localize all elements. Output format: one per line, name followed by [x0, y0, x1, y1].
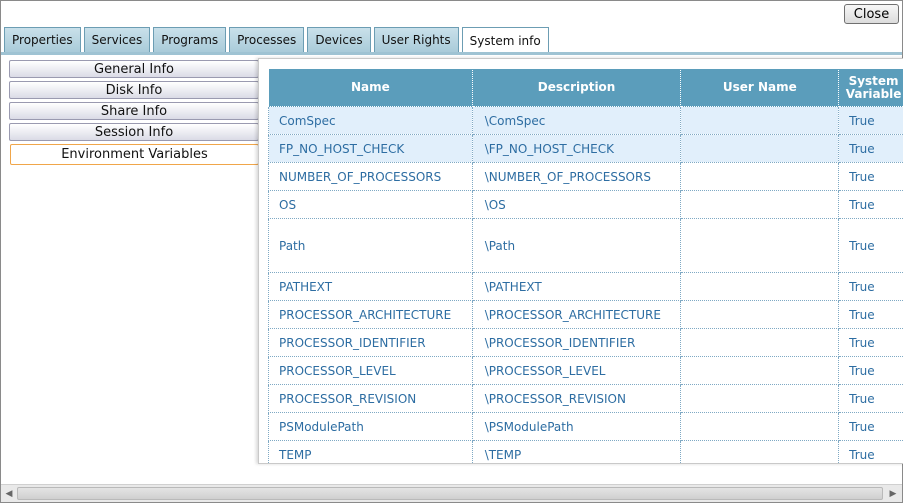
cell-user-name [680, 356, 840, 385]
table-row[interactable]: NUMBER_OF_PROCESSORS \NUMBER_OF_PROCESSO… [268, 162, 903, 191]
cell-name: PROCESSOR_LEVEL [268, 356, 473, 385]
cell-system-variable: True [838, 272, 903, 301]
table-row[interactable]: PROCESSOR_ARCHITECTURE \PROCESSOR_ARCHIT… [268, 300, 903, 329]
environment-variables-panel: Name Description User Name System Variab… [258, 58, 903, 464]
scroll-right-arrow-icon[interactable]: ▶ [887, 487, 899, 500]
cell-name: PROCESSOR_IDENTIFIER [268, 328, 473, 357]
column-header-system-variable[interactable]: System Variable [838, 68, 903, 107]
cell-name: OS [268, 190, 473, 219]
scrollbar-thumb[interactable] [17, 487, 883, 500]
cell-user-name [680, 440, 840, 463]
cell-description: \FP_NO_HOST_CHECK [471, 134, 682, 163]
cell-description: \ComSpec [471, 106, 682, 135]
cell-user-name [680, 272, 840, 301]
nav-general-info[interactable]: General Info [9, 60, 259, 78]
scroll-left-arrow-icon[interactable]: ◀ [3, 487, 15, 500]
table-row[interactable]: PROCESSOR_REVISION \PROCESSOR_REVISION T… [268, 384, 903, 413]
cell-system-variable: True [838, 328, 903, 357]
cell-name: PROCESSOR_REVISION [268, 384, 473, 413]
environment-variables-table: Name Description User Name System Variab… [268, 68, 903, 463]
cell-user-name [680, 134, 840, 163]
cell-name: TEMP [268, 440, 473, 463]
nav-disk-info[interactable]: Disk Info [9, 81, 259, 99]
table-row[interactable]: ComSpec \ComSpec True [268, 106, 903, 135]
cell-system-variable: True [838, 190, 903, 219]
cell-user-name [680, 106, 840, 135]
system-info-nav: General Info Disk Info Share Info Sessio… [9, 60, 259, 168]
cell-name: PATHEXT [268, 272, 473, 301]
cell-description: \OS [471, 190, 682, 219]
horizontal-scrollbar[interactable]: ◀ ▶ [1, 484, 902, 502]
cell-user-name [680, 300, 840, 329]
table-row[interactable]: PROCESSOR_LEVEL \PROCESSOR_LEVEL True [268, 356, 903, 385]
cell-system-variable: True [838, 356, 903, 385]
cell-user-name [680, 412, 840, 441]
cell-system-variable: True [838, 134, 903, 163]
cell-description: \PSModulePath [471, 412, 682, 441]
nav-session-info[interactable]: Session Info [9, 123, 259, 141]
table-row[interactable]: Path \Path True [268, 218, 903, 273]
cell-user-name [680, 384, 840, 413]
column-header-description[interactable]: Description [471, 68, 682, 107]
tab-properties[interactable]: Properties [4, 27, 81, 52]
tab-processes[interactable]: Processes [229, 27, 305, 52]
table-row[interactable]: PSModulePath \PSModulePath True [268, 412, 903, 441]
cell-description: \NUMBER_OF_PROCESSORS [471, 162, 682, 191]
tab-programs[interactable]: Programs [153, 27, 227, 52]
cell-system-variable: True [838, 218, 903, 273]
tab-underline [1, 52, 902, 55]
cell-description: \Path [471, 218, 682, 273]
cell-description: \PROCESSOR_IDENTIFIER [471, 328, 682, 357]
table-row[interactable]: PATHEXT \PATHEXT True [268, 272, 903, 301]
cell-system-variable: True [838, 300, 903, 329]
tab-devices[interactable]: Devices [307, 27, 371, 52]
cell-system-variable: True [838, 412, 903, 441]
cell-user-name [680, 328, 840, 357]
table-header-row: Name Description User Name System Variab… [268, 68, 903, 107]
cell-name: PSModulePath [268, 412, 473, 441]
cell-description: \PATHEXT [471, 272, 682, 301]
cell-system-variable: True [838, 440, 903, 463]
nav-share-info[interactable]: Share Info [9, 102, 259, 120]
cell-description: \PROCESSOR_ARCHITECTURE [471, 300, 682, 329]
cell-name: ComSpec [268, 106, 473, 135]
cell-name: Path [268, 218, 473, 273]
table-row[interactable]: FP_NO_HOST_CHECK \FP_NO_HOST_CHECK True [268, 134, 903, 163]
cell-user-name [680, 162, 840, 191]
table-row[interactable]: OS \OS True [268, 190, 903, 219]
cell-system-variable: True [838, 384, 903, 413]
cell-description: \PROCESSOR_REVISION [471, 384, 682, 413]
cell-user-name [680, 190, 840, 219]
cell-user-name [680, 218, 840, 273]
dialog-window: Close Properties Services Programs Proce… [0, 0, 903, 503]
nav-environment-variables[interactable]: Environment Variables [10, 144, 259, 165]
tab-services[interactable]: Services [83, 27, 151, 52]
close-button[interactable]: Close [844, 4, 899, 24]
tab-system-info[interactable]: System info [461, 27, 549, 54]
table-row[interactable]: TEMP \TEMP True [268, 440, 903, 463]
cell-description: \TEMP [471, 440, 682, 463]
tab-user-rights[interactable]: User Rights [373, 27, 459, 52]
tab-bar: Properties Services Programs Processes D… [4, 27, 549, 54]
column-header-name[interactable]: Name [268, 68, 473, 107]
cell-name: FP_NO_HOST_CHECK [268, 134, 473, 163]
cell-name: NUMBER_OF_PROCESSORS [268, 162, 473, 191]
column-header-user-name[interactable]: User Name [680, 68, 840, 107]
table-row[interactable]: PROCESSOR_IDENTIFIER \PROCESSOR_IDENTIFI… [268, 328, 903, 357]
cell-system-variable: True [838, 162, 903, 191]
cell-name: PROCESSOR_ARCHITECTURE [268, 300, 473, 329]
cell-description: \PROCESSOR_LEVEL [471, 356, 682, 385]
cell-system-variable: True [838, 106, 903, 135]
